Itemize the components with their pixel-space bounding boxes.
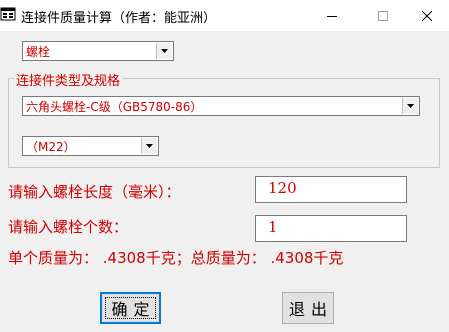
maximize-button[interactable] [360,0,406,31]
window-title: 连接件质量计算（作者：能亚洲） [21,11,217,26]
app-window: 连接件质量计算（作者：能亚洲） 螺栓 连接件类型及规格 六角头螺栓-C级（GB5 [0,0,449,332]
bolt-count-label: 请输入螺栓个数： [8,218,129,236]
bolt-count-input[interactable]: 1 [255,215,407,242]
fastener-type-select[interactable]: 螺栓 [22,41,174,61]
exit-button[interactable]: 退出 [282,292,334,324]
chevron-down-icon[interactable] [156,43,172,59]
title-bar[interactable]: 连接件质量计算（作者：能亚洲） [0,0,449,31]
bolt-length-label: 请输入螺栓长度（毫米）： [8,183,181,201]
close-icon [422,10,432,21]
fastener-size-select[interactable]: （M22） [22,136,159,156]
bolt-length-input[interactable]: 120 [255,176,407,203]
close-button[interactable] [404,0,449,31]
fastener-type-value: 螺栓 [26,45,51,59]
chevron-down-icon[interactable] [141,138,157,154]
fastener-size-value: （M22） [26,140,76,154]
fastener-spec-select[interactable]: 六角头螺栓-C级（GB5780-86） [22,96,420,116]
app-icon [0,6,16,22]
mass-result-text: 单个质量为： .4308千克；总质量为： .4308千克 [8,249,344,267]
spec-group-title: 连接件类型及规格 [14,70,123,89]
minimize-icon [327,15,337,17]
chevron-down-icon[interactable] [402,98,418,114]
ok-button[interactable]: 确定 [100,292,161,324]
fastener-spec-value: 六角头螺栓-C级（GB5780-86） [26,100,203,114]
minimize-button[interactable] [309,0,355,31]
maximize-icon [378,10,388,21]
